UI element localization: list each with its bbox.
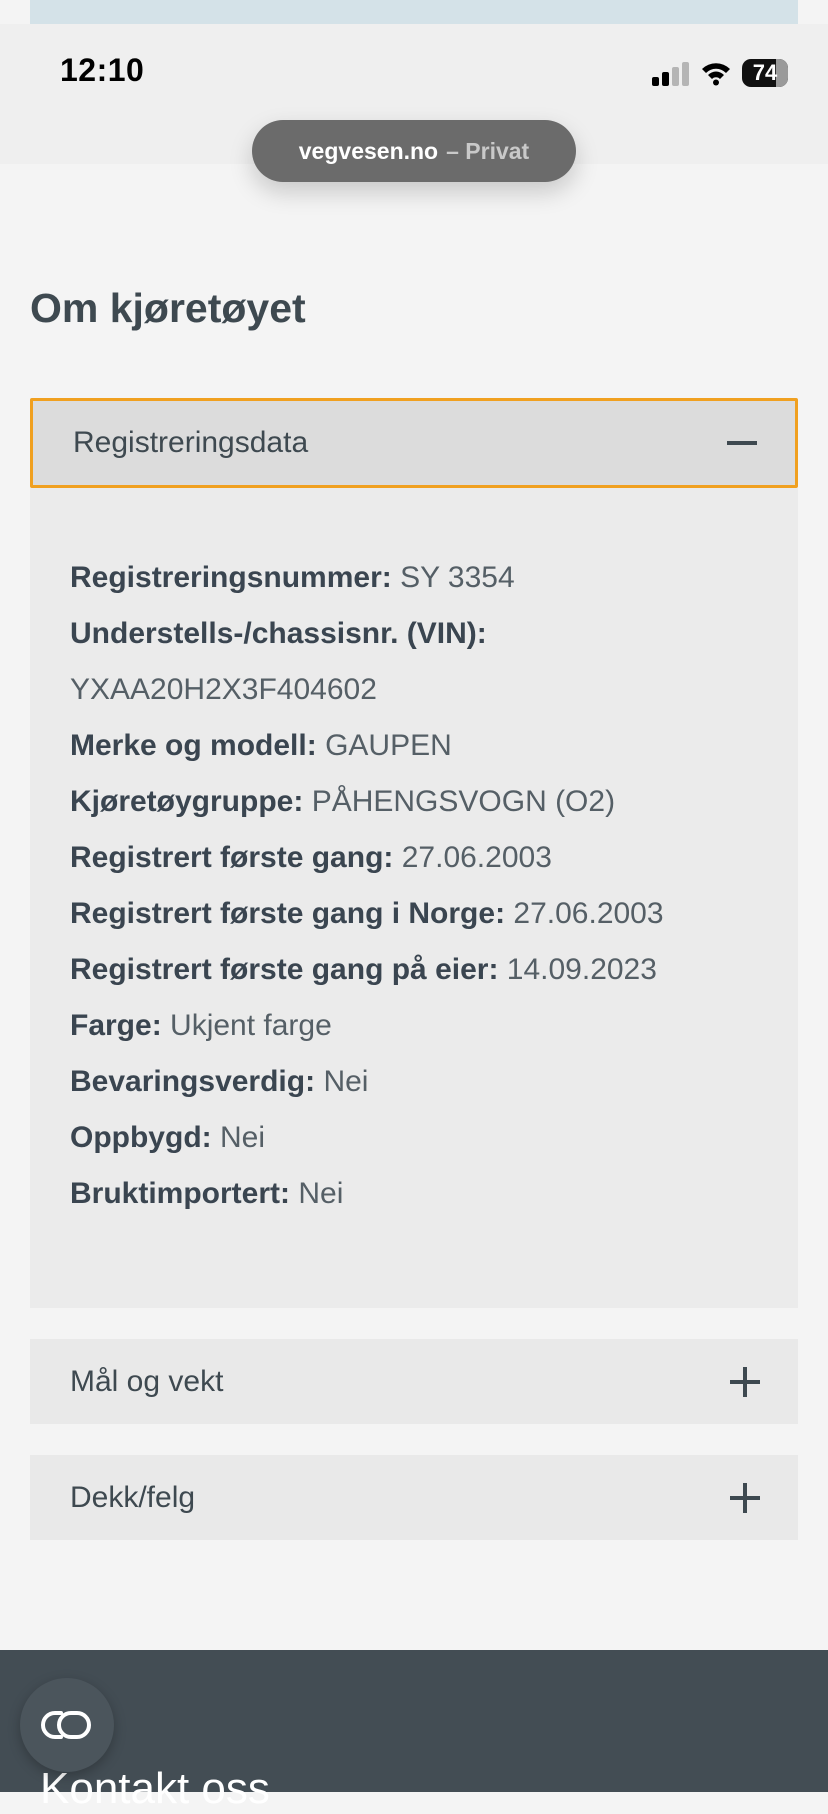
data-row-value: 14.09.2023	[506, 953, 657, 986]
cobrowse-icon	[41, 1711, 91, 1739]
data-row-label: Registreringsnummer:	[70, 561, 392, 594]
cobrowse-button[interactable]	[20, 1678, 114, 1772]
data-row-value: 27.06.2003	[401, 841, 552, 874]
data-row-value: Nei	[298, 1177, 344, 1210]
accordion-mal-og-vekt[interactable]: Mål og vekt	[30, 1339, 798, 1424]
data-row-value: Nei	[219, 1121, 265, 1154]
data-row-value: GAUPEN	[325, 729, 452, 762]
data-row-value: 27.06.2003	[513, 897, 664, 930]
data-row: Kjøretøygruppe: PÅHENGSVOGN (O2)	[70, 774, 770, 830]
private-mode-label: – Privat	[446, 137, 530, 164]
data-row: Registrert første gang på eier: 14.09.20…	[70, 942, 770, 998]
data-row: Understells-/chassisnr. (VIN):	[70, 606, 770, 662]
footer-title: Kontakt oss	[40, 1764, 270, 1813]
page-top-strip	[30, 0, 798, 24]
page-title: Om kjøretøyet	[30, 285, 306, 331]
data-row: Oppbygd: Nei	[70, 1110, 770, 1166]
data-row-label: Registrert første gang på eier:	[70, 953, 499, 986]
accordion-label: Mål og vekt	[70, 1364, 224, 1398]
accordion-label: Registreringsdata	[73, 426, 309, 459]
wifi-icon	[702, 63, 730, 86]
data-row-label: Oppbygd:	[70, 1121, 212, 1154]
accordion-dekk-felg[interactable]: Dekk/felg	[30, 1455, 798, 1540]
data-row: Bevaringsverdig: Nei	[70, 1054, 770, 1110]
data-row-label: Farge:	[70, 1009, 162, 1042]
data-row-value: YXAA20H2X3F404602	[70, 673, 377, 706]
url-domain: vegvesen.no	[298, 137, 439, 164]
accordion-panel-registreringsdata: Registreringsnummer: SY 3354 Understells-…	[30, 488, 798, 1308]
cellular-signal-icon	[652, 62, 690, 86]
data-row-label: Registrert første gang i Norge:	[70, 897, 506, 930]
data-row-label: Bruktimportert:	[70, 1177, 291, 1210]
battery-percent: 74	[752, 60, 778, 85]
plus-icon	[730, 1482, 760, 1513]
plus-icon	[730, 1366, 760, 1397]
data-row-value: Nei	[323, 1065, 369, 1098]
status-bar: 12:10 74 vegvesen.no – Privat	[0, 24, 828, 182]
minus-icon	[727, 441, 757, 445]
accordion-label: Dekk/felg	[70, 1480, 196, 1514]
data-row: YXAA20H2X3F404602	[70, 662, 770, 718]
data-row: Registrert første gang: 27.06.2003	[70, 830, 770, 886]
data-row: Merke og modell: GAUPEN	[70, 718, 770, 774]
data-row: Registreringsnummer: SY 3354	[70, 550, 770, 606]
data-row-label: Kjøretøygruppe:	[70, 785, 304, 818]
data-row-label: Merke og modell:	[70, 729, 317, 762]
data-row: Farge: Ukjent farge	[70, 998, 770, 1054]
url-bar[interactable]: vegvesen.no – Privat	[252, 120, 576, 182]
data-row-label: Understells-/chassisnr. (VIN):	[70, 617, 487, 650]
data-row: Registrert første gang i Norge: 27.06.20…	[70, 886, 770, 942]
data-row-label: Registrert første gang:	[70, 841, 394, 874]
data-row-value: Ukjent farge	[170, 1009, 332, 1042]
status-time: 12:10	[60, 52, 145, 88]
data-row: Bruktimportert: Nei	[70, 1166, 770, 1222]
registration-data-list: Registreringsnummer: SY 3354 Understells-…	[70, 550, 770, 1222]
battery-icon: 74	[742, 59, 788, 87]
accordion-registreringsdata[interactable]: Registreringsdata	[30, 398, 798, 488]
data-row-value: SY 3354	[400, 561, 515, 594]
data-row-value: PÅHENGSVOGN (O2)	[311, 785, 616, 818]
data-row-label: Bevaringsverdig:	[70, 1065, 316, 1098]
